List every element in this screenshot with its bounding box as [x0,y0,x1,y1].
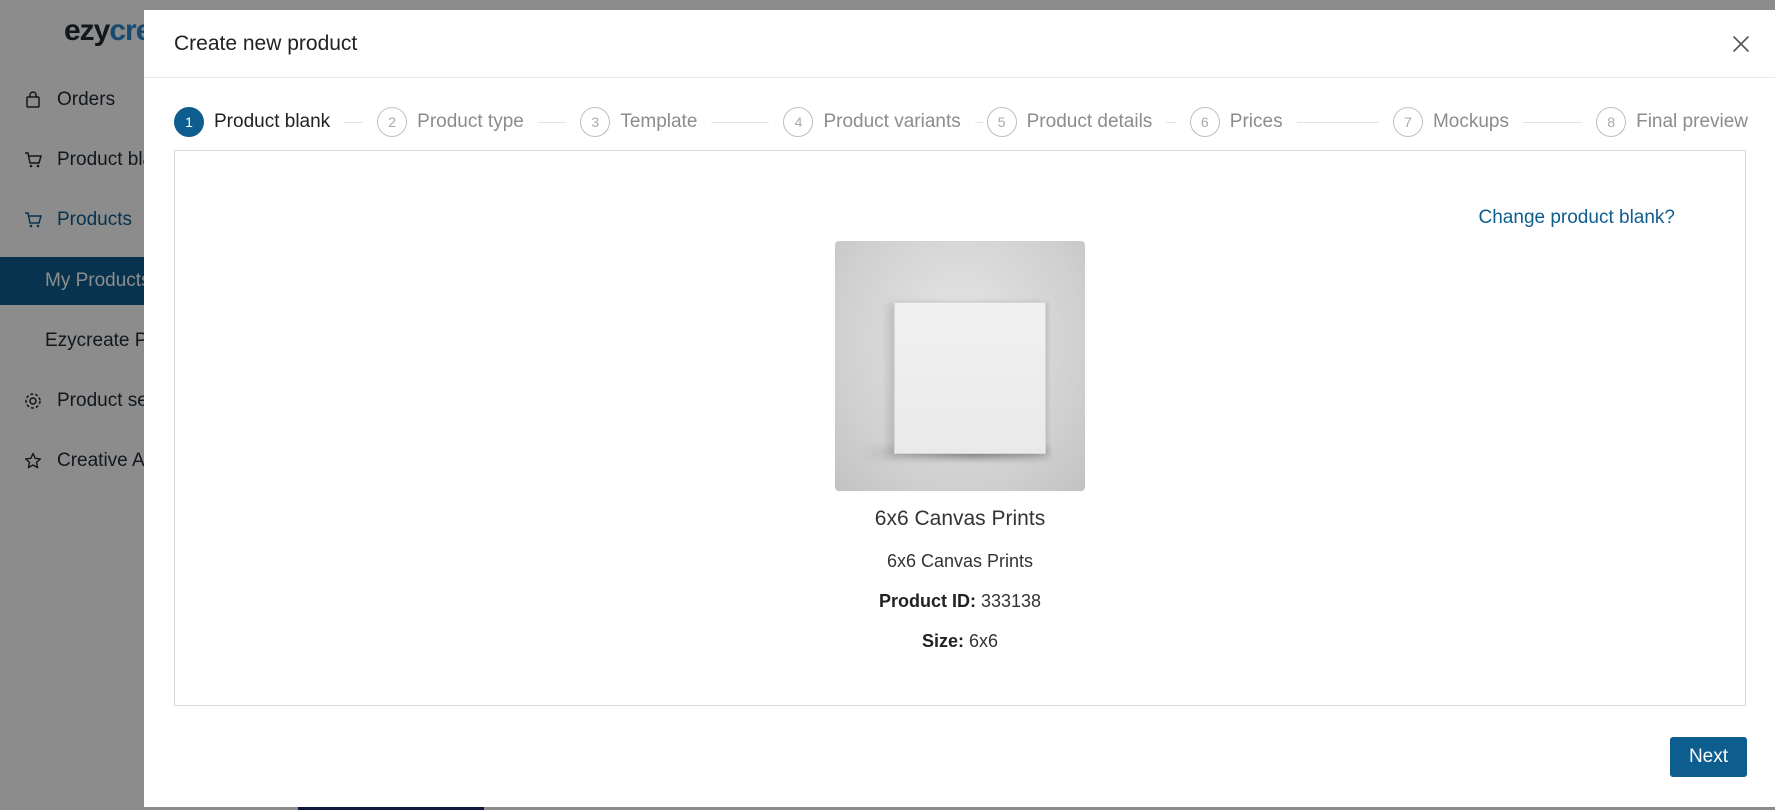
step-label: Product details [1026,111,1153,132]
product-image [835,241,1085,491]
product-id-row: Product ID: 333138 [175,591,1745,612]
step-connector [1296,121,1379,123]
modal-header: Create new product [144,10,1775,78]
product-id-value: 333138 [980,591,1042,611]
step-label: Product blank [214,111,331,132]
next-button[interactable]: Next [1670,737,1747,777]
step-number: 1 [174,107,204,137]
step-connector [344,121,364,123]
product-size-row: Size: 6x6 [175,631,1745,652]
step-number: 7 [1392,107,1423,137]
product-blank-panel: Change product blank? 6x6 Canvas Prints … [174,150,1746,706]
step-prices[interactable]: 6 Prices [1189,107,1393,137]
step-label: Template [620,111,698,132]
product-size-label: Size: [921,631,964,651]
step-number: 5 [986,107,1017,137]
step-template[interactable]: 3 Template [580,107,783,137]
step-label: Mockups [1432,111,1509,132]
step-label: Product variants [823,111,961,132]
step-label: Final preview [1636,111,1749,132]
step-number: 8 [1596,107,1627,137]
stepper: 1 Product blank 2 Product type 3 Templat… [174,106,1748,138]
product-size-value: 6x6 [969,631,999,651]
canvas-print-shape [894,302,1046,454]
change-product-blank-link[interactable]: Change product blank? [1479,207,1675,229]
step-product-details[interactable]: 5 Product details [986,107,1190,137]
product-name: 6x6 Canvas Prints [874,507,1046,530]
step-product-variants[interactable]: 4 Product variants [783,107,986,137]
step-product-type[interactable]: 2 Product type [377,107,580,137]
step-number: 3 [580,107,611,137]
step-label: Product type [417,111,524,132]
step-product-blank[interactable]: 1 Product blank [174,107,377,137]
product-id-label: Product ID: [878,591,976,611]
modal-title: Create new product [174,31,358,55]
product-subtitle: 6x6 Canvas Prints [886,551,1034,571]
step-number: 2 [377,107,408,137]
step-connector [537,121,567,123]
step-connector [1166,121,1176,123]
step-number: 6 [1189,107,1220,137]
step-label: Prices [1229,111,1283,132]
create-product-modal: Create new product 1 Product blank 2 Pro… [144,10,1775,807]
step-connector [711,121,770,123]
step-number: 4 [783,107,814,137]
step-final-preview[interactable]: 8 Final preview [1596,107,1748,137]
step-mockups[interactable]: 7 Mockups [1392,107,1596,137]
close-icon[interactable] [1729,32,1753,56]
step-connector [1522,121,1583,123]
step-connector [974,121,983,123]
